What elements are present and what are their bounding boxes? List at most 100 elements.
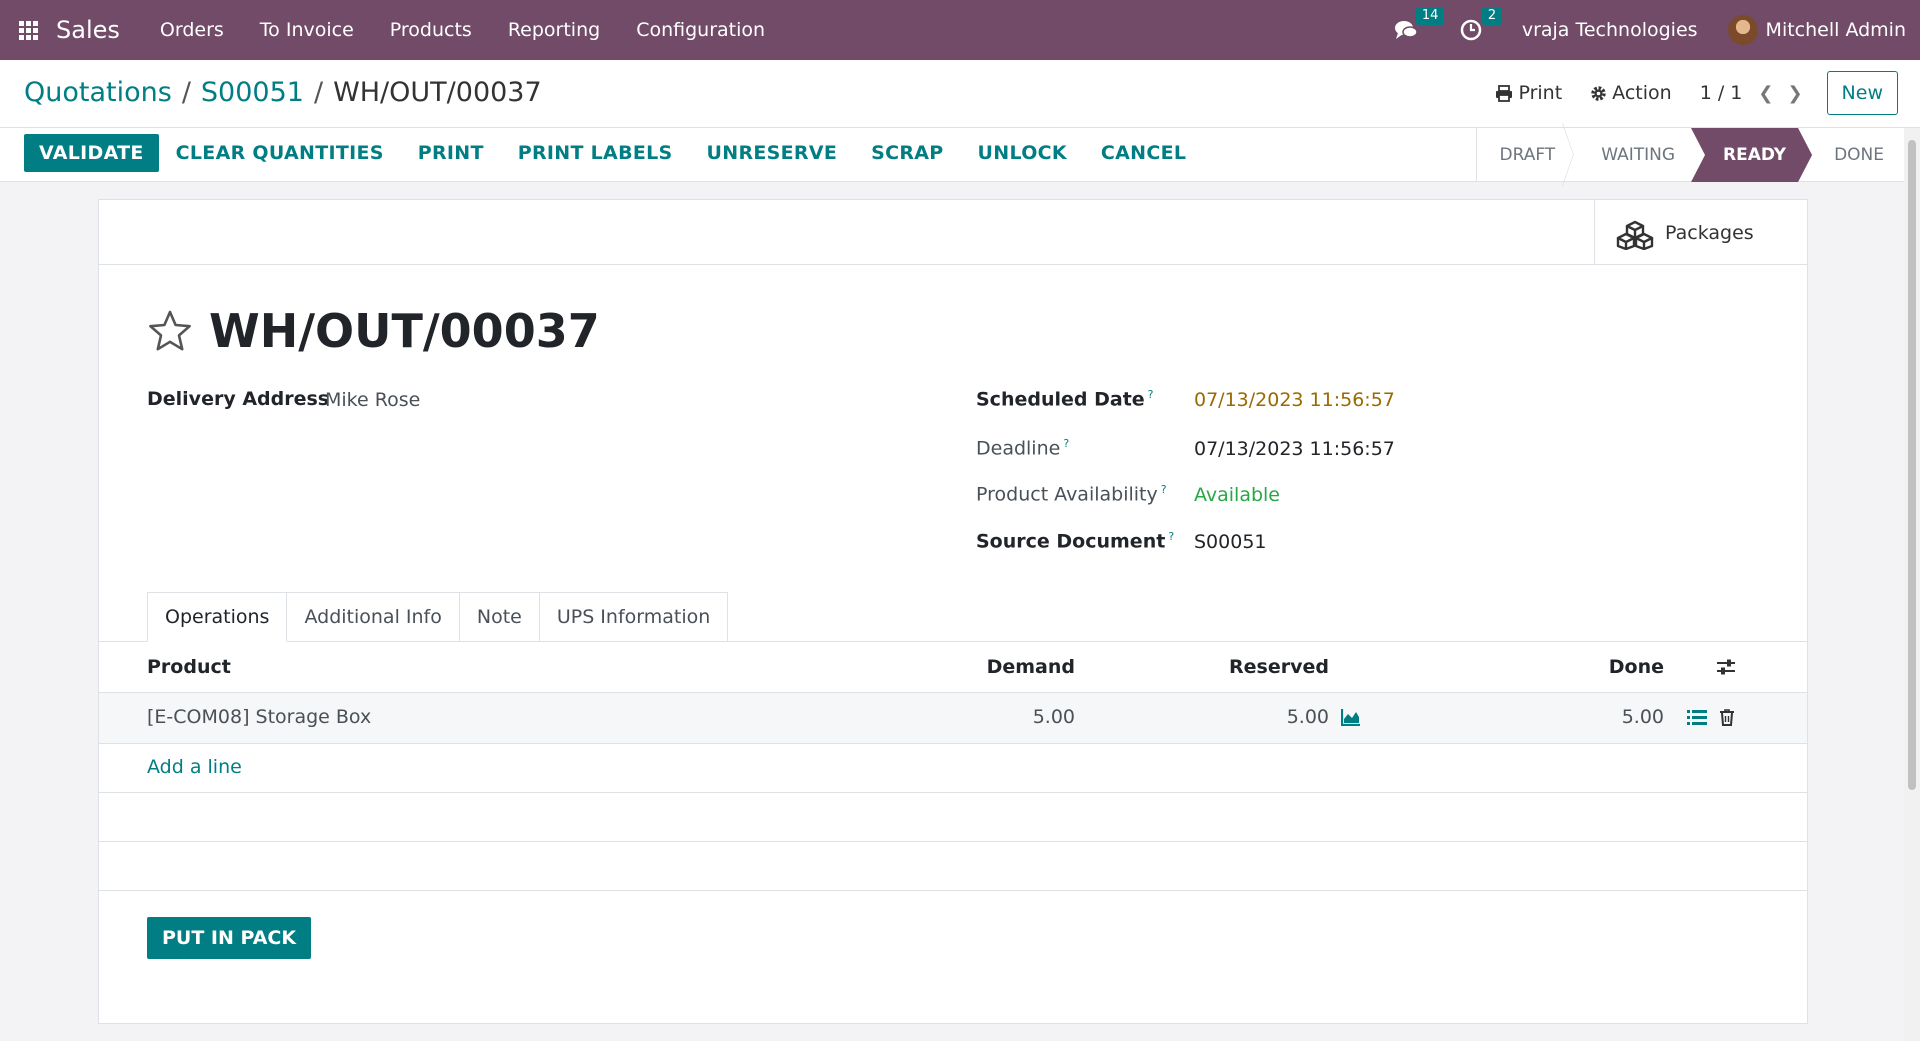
cancel-button[interactable]: CANCEL <box>1084 134 1203 172</box>
source-document-label-text: Source Document <box>976 530 1166 553</box>
menu-products[interactable]: Products <box>372 0 490 60</box>
chat-icon <box>1394 21 1418 39</box>
add-line-link[interactable]: Add a line <box>147 756 242 778</box>
action-menu-button[interactable]: Action <box>1590 82 1672 104</box>
print-menu-label: Print <box>1518 82 1563 104</box>
stage-pipeline: DRAFT WAITING READY DONE <box>1476 128 1908 182</box>
packages-label: Packages <box>1665 221 1754 244</box>
stage-done[interactable]: DONE <box>1812 128 1908 182</box>
row-done[interactable]: 5.00 <box>1499 706 1664 728</box>
activities-button[interactable]: 2 <box>1460 7 1503 41</box>
page-scrollbar[interactable] <box>1904 128 1920 1041</box>
product-availability-label-text: Product Availability <box>976 483 1158 506</box>
print-menu-button[interactable]: Print <box>1495 82 1562 104</box>
breadcrumb-separator: / <box>313 77 324 108</box>
tab-operations[interactable]: Operations <box>147 592 288 642</box>
delivery-address-field[interactable]: Mike Rose <box>325 389 420 411</box>
detailed-operations-icon[interactable] <box>1687 709 1707 726</box>
help-icon[interactable]: ? <box>1168 530 1174 543</box>
add-line-row: Add a line <box>99 744 1807 793</box>
scheduled-date-label: Scheduled Date? <box>976 388 1154 410</box>
record-title-row: WH/OUT/00037 <box>147 304 600 358</box>
scrollbar-thumb[interactable] <box>1908 140 1916 790</box>
breadcrumb: Quotations / S00051 / WH/OUT/00037 <box>24 77 542 108</box>
company-switcher[interactable]: vraja Technologies <box>1522 19 1698 41</box>
print-labels-button[interactable]: PRINT LABELS <box>501 134 690 172</box>
source-document-field[interactable]: S00051 <box>1194 531 1267 553</box>
user-menu[interactable]: Mitchell Admin <box>1766 19 1906 41</box>
help-icon[interactable]: ? <box>1161 483 1167 496</box>
clock-icon <box>1460 19 1482 41</box>
user-avatar[interactable] <box>1727 15 1758 45</box>
app-grid-icon[interactable] <box>0 0 56 60</box>
tab-ups-information[interactable]: UPS Information <box>539 592 729 642</box>
messages-button[interactable]: 14 <box>1394 7 1445 41</box>
forecast-chart-icon[interactable] <box>1341 708 1361 726</box>
deadline-field[interactable]: 07/13/2023 11:56:57 <box>1194 438 1395 460</box>
smart-button-box: Packages <box>99 200 1807 265</box>
table-header: Product Demand Reserved Done <box>99 642 1807 693</box>
star-icon[interactable] <box>147 309 193 353</box>
validate-button[interactable]: VALIDATE <box>24 134 159 172</box>
gear-icon <box>1591 85 1606 101</box>
row-product[interactable]: [E-COM08] Storage Box <box>147 706 371 728</box>
scrap-button[interactable]: SCRAP <box>854 134 960 172</box>
notebook-tabs: Operations Additional Info Note UPS Info… <box>147 592 729 642</box>
action-menu-label: Action <box>1612 82 1672 104</box>
status-bar-buttons: VALIDATE CLEAR QUANTITIES PRINT PRINT LA… <box>24 134 1203 172</box>
unlock-button[interactable]: UNLOCK <box>961 134 1084 172</box>
help-icon[interactable]: ? <box>1148 388 1154 401</box>
form-sheet: Packages WH/OUT/00037 Delivery Address M… <box>98 199 1808 1024</box>
row-reserved[interactable]: 5.00 <box>1149 706 1329 728</box>
stage-ready[interactable]: READY <box>1691 128 1812 182</box>
pager-value[interactable]: 1 / 1 <box>1700 82 1743 104</box>
menu-configuration[interactable]: Configuration <box>618 0 783 60</box>
new-button[interactable]: New <box>1826 71 1898 115</box>
stage-waiting[interactable]: WAITING <box>1579 128 1705 182</box>
delivery-address-label: Delivery Address <box>147 388 330 410</box>
column-product[interactable]: Product <box>147 656 231 678</box>
row-demand[interactable]: 5.00 <box>899 706 1075 728</box>
tab-note[interactable]: Note <box>459 592 540 642</box>
put-in-pack-button[interactable]: PUT IN PACK <box>147 917 312 959</box>
menu-reporting[interactable]: Reporting <box>490 0 618 60</box>
column-done[interactable]: Done <box>1499 656 1664 678</box>
scheduled-date-field[interactable]: 07/13/2023 11:56:57 <box>1194 389 1395 411</box>
empty-row <box>99 842 1807 891</box>
breadcrumb-separator: / <box>181 77 191 108</box>
menu-to-invoice[interactable]: To Invoice <box>242 0 372 60</box>
source-document-label: Source Document? <box>976 530 1174 552</box>
breadcrumb-quotations[interactable]: Quotations <box>24 77 172 108</box>
print-icon <box>1496 84 1513 102</box>
pager-next-icon[interactable]: ❯ <box>1787 83 1802 104</box>
clear-quantities-button[interactable]: CLEAR QUANTITIES <box>159 134 401 172</box>
control-actions: Print Action 1 / 1 ❮ ❯ New <box>1495 70 1898 116</box>
status-bar: VALIDATE CLEAR QUANTITIES PRINT PRINT LA… <box>0 128 1920 182</box>
menu-orders[interactable]: Orders <box>142 0 242 60</box>
product-availability-value: Available <box>1194 484 1281 506</box>
help-icon[interactable]: ? <box>1063 437 1069 450</box>
activities-badge: 2 <box>1481 7 1503 25</box>
column-settings-icon[interactable] <box>1716 658 1736 676</box>
record-title: WH/OUT/00037 <box>209 304 600 358</box>
top-navbar: Sales Orders To Invoice Products Reporti… <box>0 0 1920 60</box>
product-availability-label: Product Availability? <box>976 483 1167 505</box>
print-button[interactable]: PRINT <box>401 134 501 172</box>
breadcrumb-order[interactable]: S00051 <box>201 77 304 108</box>
packages-button[interactable]: Packages <box>1594 200 1807 265</box>
pager-previous-icon[interactable]: ❮ <box>1758 83 1773 104</box>
deadline-label-text: Deadline <box>976 437 1061 460</box>
breadcrumb-current: WH/OUT/00037 <box>333 77 542 108</box>
stage-draft[interactable]: DRAFT <box>1477 128 1579 182</box>
packages-icon <box>1616 220 1654 250</box>
app-name[interactable]: Sales <box>56 16 120 44</box>
column-reserved[interactable]: Reserved <box>1149 656 1329 678</box>
trash-icon[interactable] <box>1719 708 1735 726</box>
messages-badge: 14 <box>1415 7 1445 25</box>
column-demand[interactable]: Demand <box>899 656 1075 678</box>
control-panel: Quotations / S00051 / WH/OUT/00037 Print… <box>0 60 1920 128</box>
tab-additional-info[interactable]: Additional Info <box>287 592 460 642</box>
unreserve-button[interactable]: UNRESERVE <box>690 134 855 172</box>
scheduled-date-label-text: Scheduled Date <box>976 388 1145 411</box>
table-row[interactable]: [E-COM08] Storage Box 5.00 5.00 5.00 <box>99 693 1807 744</box>
